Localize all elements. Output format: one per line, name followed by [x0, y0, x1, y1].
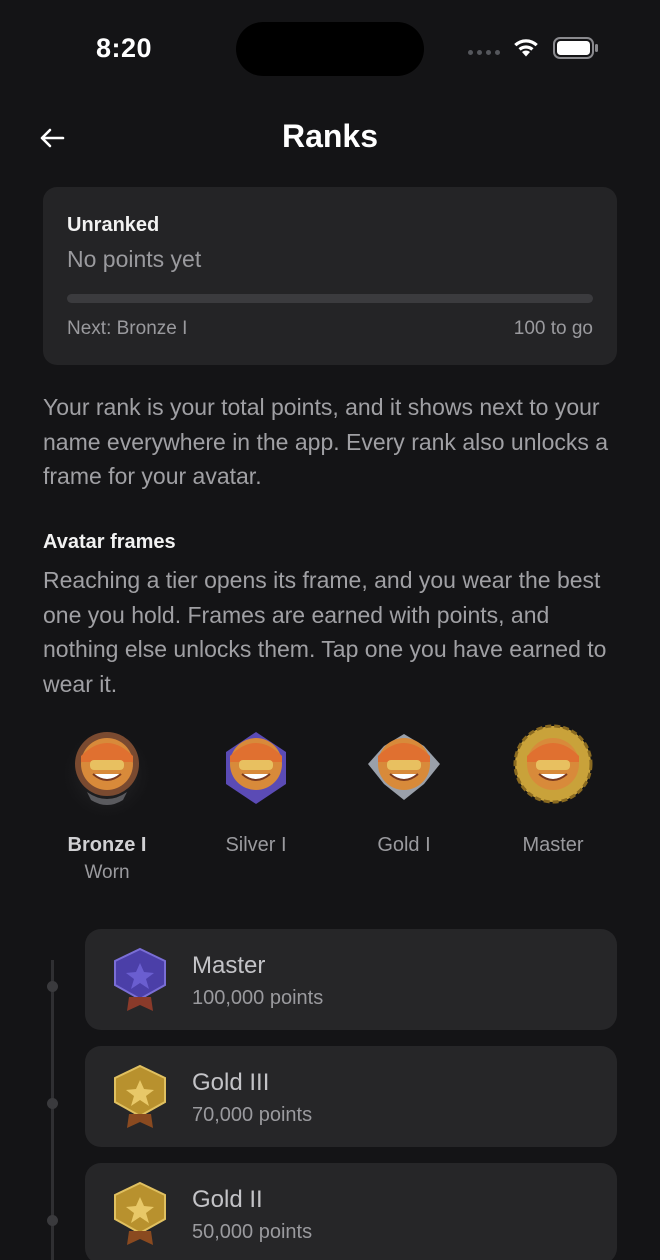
- frame-label: Silver I: [225, 834, 287, 856]
- tier-card-master[interactable]: Master 100,000 points: [85, 929, 617, 1030]
- points-remaining: 100 to go: [513, 318, 593, 339]
- current-rank: Unranked: [67, 214, 160, 236]
- status-bar: 8:20: [0, 0, 660, 96]
- tier-points: 50,000 points: [192, 1221, 313, 1243]
- ladder-dot: [47, 1215, 58, 1226]
- avatar-frames-description: Reaching a tier opens its frame, and you…: [43, 567, 607, 697]
- tier-points: 100,000 points: [192, 987, 324, 1009]
- frame-label: Gold I: [377, 834, 431, 856]
- avatar-frame-silver-icon: [226, 732, 286, 804]
- wifi-icon: [514, 39, 538, 57]
- dynamic-island: [236, 22, 424, 76]
- gold-badge-icon: [114, 1064, 166, 1128]
- rank-progress-bar: [67, 294, 593, 303]
- avatar-frame-silver-i[interactable]: Silver I: [191, 722, 321, 892]
- frame-label: Master: [522, 834, 584, 856]
- tier-card-gold-iii[interactable]: Gold III 70,000 points: [85, 1046, 617, 1147]
- avatar-frame-bronze-icon: [59, 726, 155, 822]
- tier-card-gold-ii[interactable]: Gold II 50,000 points: [85, 1163, 617, 1260]
- avatar-frame-bronze-i[interactable]: Bronze I Worn: [42, 722, 172, 892]
- ladder-dot: [47, 1098, 58, 1109]
- battery-icon: [553, 37, 598, 59]
- current-points: No points yet: [67, 246, 202, 272]
- master-badge-icon: [114, 947, 166, 1011]
- frame-label: Bronze I: [67, 834, 147, 856]
- rank-progress-card: Unranked No points yet Next: Bronze I 10…: [43, 187, 617, 365]
- tier-name: Gold III: [192, 1069, 270, 1096]
- ranks-intro-text: Your rank is your total points, and it s…: [43, 394, 609, 489]
- ladder-dot: [47, 981, 58, 992]
- ranks-screen: 8:20 Ranks Unranked No points yet Next: …: [0, 0, 660, 1260]
- tier-points: 70,000 points: [192, 1104, 313, 1126]
- next-rank-label: Next: Bronze I: [67, 318, 188, 339]
- cellular-signal-icon: [468, 50, 500, 55]
- avatar-frame-master[interactable]: Master: [488, 722, 618, 892]
- avatar-frame-gold-i[interactable]: Gold I: [339, 722, 469, 892]
- frame-worn-status: Worn: [84, 862, 130, 883]
- status-time: 8:20: [96, 33, 153, 63]
- page-title: Ranks: [281, 118, 379, 154]
- gold-badge-icon: [114, 1181, 166, 1245]
- avatar-frames-heading: Avatar frames: [43, 531, 176, 553]
- avatar-frame-gold-icon: [368, 734, 440, 800]
- tier-name: Master: [192, 952, 266, 979]
- tier-name: Gold II: [192, 1186, 263, 1213]
- avatar-frame-master-icon: [513, 724, 593, 804]
